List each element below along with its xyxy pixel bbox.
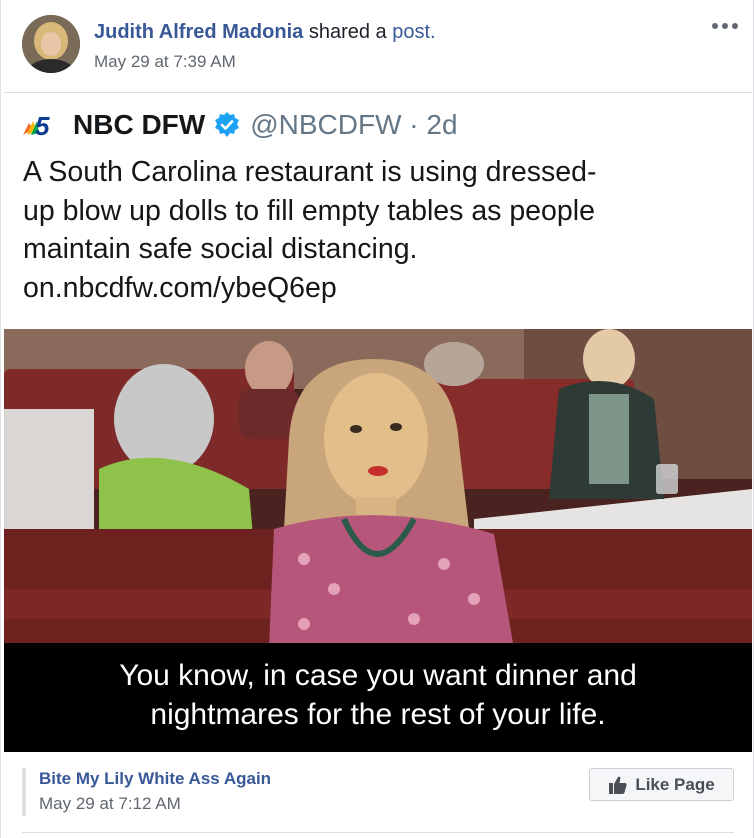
photo-caption: You know, in case you want dinner and ni… [4, 643, 752, 752]
nbc-logo-number: 5 [35, 111, 50, 139]
source-page-name-link[interactable]: Bite My Lily White Ass Again [39, 769, 271, 789]
verified-badge-icon [215, 112, 240, 137]
tweet-header: 5 NBC DFW @NBCDFW · 2d [21, 107, 458, 143]
post-header-text: Judith Alfred Madonia shared a post. [94, 21, 436, 44]
like-page-label: Like Page [635, 774, 715, 794]
author-avatar[interactable] [22, 15, 80, 73]
more-options-button[interactable] [711, 18, 739, 30]
shared-action-text: shared a [303, 21, 393, 43]
author-name-link[interactable]: Judith Alfred Madonia [94, 21, 303, 43]
shared-post-link[interactable]: post. [392, 21, 435, 43]
caption-line: nightmares for the rest of your life. [150, 698, 606, 731]
thumbs-up-icon [609, 776, 627, 794]
more-horizontal-icon [712, 23, 738, 29]
source-timestamp[interactable]: May 29 at 7:12 AM [39, 794, 181, 814]
post-timestamp[interactable]: May 29 at 7:39 AM [94, 52, 236, 72]
caption-line: You know, in case you want dinner and [119, 659, 637, 692]
shared-post-image[interactable]: 5 NBC DFW @NBCDFW · 2d A South Carolina … [4, 92, 752, 752]
tweet-account-name: NBC DFW [73, 109, 206, 140]
tweet-text-line: A South Carolina restaurant is using dre… [23, 156, 597, 188]
like-page-button[interactable]: Like Page [589, 768, 734, 801]
source-divider [22, 768, 26, 816]
tweet-link-line: on.nbcdfw.com/ybeQ6ep [23, 271, 337, 304]
tweet-text-line: up blow up dolls to fill empty tables as… [23, 194, 595, 227]
tweet-handle: @NBCDFW · 2d [250, 109, 458, 140]
restaurant-photo: You know, in case you want dinner and ni… [4, 329, 752, 752]
post-card: Judith Alfred Madonia shared a post. May… [0, 0, 754, 838]
tweet-text: A South Carolina restaurant is using dre… [23, 153, 733, 307]
avatar-photo [22, 15, 80, 73]
tweet-text-line: maintain safe social distancing. [23, 233, 418, 265]
footer-divider [22, 832, 734, 833]
nbc-peacock-logo-icon: 5 [23, 111, 50, 139]
